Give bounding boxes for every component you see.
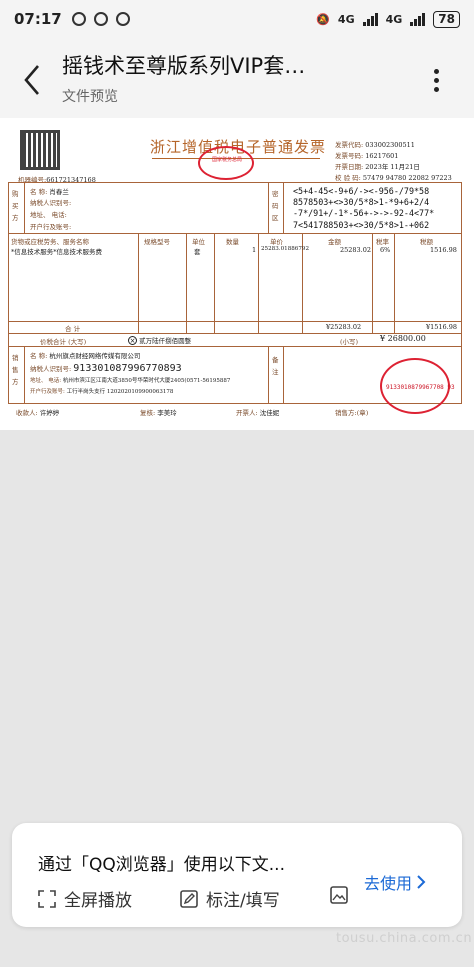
page-subtitle: 文件预览 bbox=[62, 89, 118, 105]
more-options-button[interactable] bbox=[424, 60, 448, 100]
col-header-rate: 税率 bbox=[376, 238, 389, 246]
reviewer: 李美玲 bbox=[157, 409, 177, 417]
col-header-tax: 税额 bbox=[420, 238, 433, 246]
annotate-button[interactable]: 标注/填写 bbox=[180, 886, 280, 911]
payee: 许婷婷 bbox=[39, 409, 60, 417]
invoice-preview[interactable]: 机器编号:661721347168 浙江增值税电子普通发票 国家税务总局 发票代… bbox=[0, 118, 474, 430]
buyer-addr-label: 地址、 电话: bbox=[30, 211, 67, 219]
fullscreen-icon bbox=[38, 889, 56, 908]
item-rate: 6% bbox=[380, 246, 391, 254]
buyer-name: 肖春兰 bbox=[49, 188, 69, 196]
use-button[interactable]: 去使用 bbox=[364, 870, 426, 894]
seller-taxid: 91330108799677089З bbox=[73, 363, 182, 374]
cipher-label: 密码区 bbox=[272, 190, 279, 222]
fullscreen-button[interactable]: 全屏播放 bbox=[38, 886, 132, 911]
item-price: 25283.01886792 bbox=[261, 246, 310, 252]
item-tax: 1516.98 bbox=[430, 246, 457, 254]
tax-bureau-stamp bbox=[198, 146, 254, 180]
subtotal-label: 合 计 bbox=[65, 325, 81, 333]
remarks-label: 备注 bbox=[272, 356, 279, 376]
chevron-right-icon bbox=[417, 875, 426, 889]
signal-icon bbox=[362, 12, 378, 26]
network-4g-label: 4G bbox=[337, 12, 355, 26]
item-unit: 套 bbox=[194, 248, 201, 256]
subtotal-amount: ¥25283.02 bbox=[326, 323, 362, 331]
subtotal-tax: ¥1516.98 bbox=[426, 323, 458, 331]
total-words: 贰万陆仟捌佰圆整 bbox=[139, 337, 192, 345]
banner-title: 通过「QQ浏览器」使用以下文... bbox=[38, 855, 285, 875]
invoice-date: 2023年 11月21日 bbox=[365, 163, 420, 171]
col-header-qty: 数量 bbox=[226, 238, 239, 246]
total-label: 价税合计 (大写) bbox=[40, 338, 87, 346]
open-with-banner[interactable]: 通过「QQ浏览器」使用以下文... 去使用 全屏播放 标注/填写 bbox=[12, 823, 462, 927]
cross-circle-icon: × bbox=[128, 336, 137, 345]
stamp-seller-number: 9133010879967708 93 bbox=[386, 384, 455, 391]
stamp-top-text: 国家税务总局 bbox=[212, 157, 243, 163]
mute-icon: 🔕 bbox=[316, 12, 330, 26]
invoice-number: 16217601 bbox=[365, 152, 399, 160]
watermark: tousu.china.com.cn bbox=[336, 931, 473, 946]
seller-sign-label: 销售方:(章) bbox=[335, 409, 369, 417]
col-header-unit: 单位 bbox=[192, 238, 205, 246]
sync-icon bbox=[93, 12, 108, 26]
seller-bank: 工行半岗头支行 1202020109900063178 bbox=[66, 389, 174, 395]
qr-code bbox=[20, 130, 60, 170]
seller-side-label: 销售方 bbox=[12, 354, 19, 386]
annotate-icon bbox=[180, 889, 198, 908]
fullscreen-label: 全屏播放 bbox=[64, 891, 132, 911]
check-code: 57479 94780 22082 97223 bbox=[362, 174, 452, 182]
col-header-amount: 金额 bbox=[328, 238, 341, 246]
buyer-bank-label: 开户行及账号: bbox=[30, 223, 72, 231]
col-header-name: 货物或应税劳务、服务名称 bbox=[11, 238, 89, 246]
buyer-taxid-label: 纳税人识别号: bbox=[30, 199, 72, 207]
total-small-label: (小写) bbox=[340, 338, 359, 346]
app-notification-icon bbox=[115, 12, 130, 26]
page-title: 摇钱术至尊版系列VIP套… bbox=[62, 54, 306, 78]
item-amount: 25283.02 bbox=[340, 246, 372, 254]
total-amount: ¥ 26800.00 bbox=[380, 334, 426, 343]
buyer-side-label: 购买方 bbox=[12, 190, 19, 222]
col-header-price: 单价 bbox=[270, 238, 283, 246]
seller-name: 杭州旗点财经网络传媒有限公司 bbox=[49, 352, 141, 360]
col-header-spec: 规格型号 bbox=[144, 238, 170, 246]
item-qty: 1 bbox=[252, 246, 257, 254]
seller-address: 杭州市滨江区江南大道3850号华荣时代大厦2405(0571-56195887 bbox=[62, 378, 231, 384]
back-button[interactable] bbox=[18, 60, 46, 100]
issuer: 沈佳妮 bbox=[259, 409, 280, 417]
chevron-left-icon bbox=[24, 65, 39, 95]
signal-icon-2 bbox=[410, 12, 426, 26]
battery-indicator: 78 bbox=[433, 10, 460, 28]
use-button-label: 去使用 bbox=[364, 874, 413, 893]
picture-icon bbox=[330, 886, 348, 904]
status-time: 07:17 bbox=[14, 10, 62, 28]
status-bar: 07:17 🔕 4G 4G 78 bbox=[0, 0, 474, 38]
picture-button[interactable] bbox=[330, 886, 348, 904]
cipher-area: <5+4-45<-9+6/-><-956-/79*58 8578503+<>30/… bbox=[293, 186, 435, 230]
network-4g-label-2: 4G bbox=[385, 12, 403, 26]
annotate-label: 标注/填写 bbox=[206, 891, 280, 911]
app-bar: 摇钱术至尊版系列VIP套… 文件预览 bbox=[0, 38, 474, 118]
item-name: *信息技术服务*信息技术服务费 bbox=[11, 248, 102, 256]
notification-icon bbox=[71, 12, 86, 26]
invoice-code: 033002300511 bbox=[365, 141, 415, 149]
